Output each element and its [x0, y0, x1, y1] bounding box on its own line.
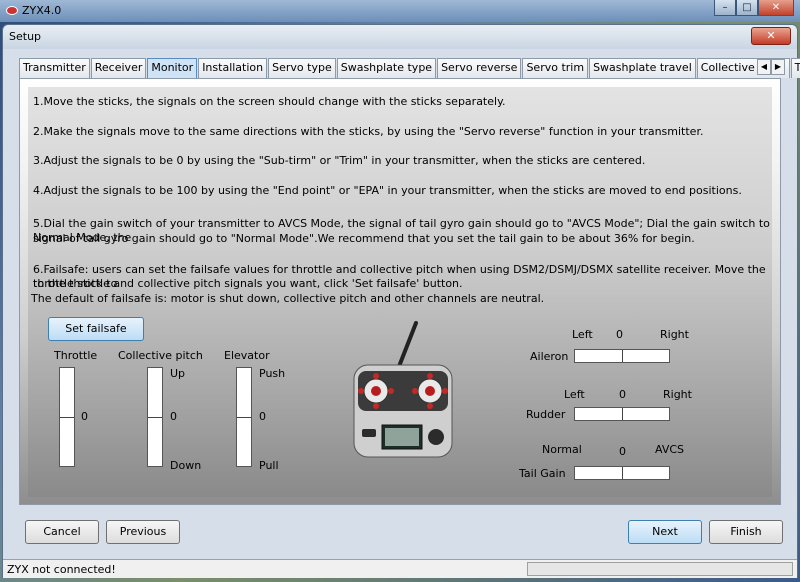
instruction-6c: The default of failsafe is: motor is shu…: [31, 292, 545, 305]
rudder-value: 0: [619, 388, 626, 401]
app-close-button[interactable]: ✕: [758, 0, 794, 16]
next-button[interactable]: Next: [628, 520, 702, 544]
tab-servo-trim[interactable]: Servo trim: [522, 58, 589, 78]
tab-strip: Transmitter Receiver Monitor Installatio…: [19, 58, 800, 78]
transmitter-image: [353, 321, 453, 458]
instruction-3: 3.Adjust the signals to be 0 by using th…: [33, 154, 646, 167]
maximize-button[interactable]: □: [736, 0, 758, 16]
previous-button[interactable]: Previous: [106, 520, 180, 544]
tab-scroll: ◀ ▶: [757, 59, 785, 75]
throttle-label: Throttle: [54, 349, 98, 362]
rudder-right-label: Right: [663, 388, 692, 401]
rudder-left-label: Left: [564, 388, 585, 401]
instruction-1: 1.Move the sticks, the signals on the sc…: [33, 95, 506, 108]
app-icon: [6, 6, 18, 15]
aileron-value: 0: [616, 328, 623, 341]
collective-up-label: Up: [170, 367, 186, 380]
tail-gain-bar: [574, 466, 670, 480]
monitor-panel: 1.Move the sticks, the signals on the sc…: [19, 78, 781, 505]
setup-dialog: Setup ✕ Transmitter Receiver Monitor Ins…: [2, 24, 800, 578]
dialog-close-button[interactable]: ✕: [751, 27, 791, 45]
window-controls: – □ ✕: [714, 0, 794, 16]
tail-gain-value: 0: [619, 445, 626, 458]
tab-tail-setup[interactable]: Tail se: [790, 58, 800, 78]
elevator-label: Elevator: [224, 349, 270, 362]
aileron-label: Aileron: [530, 350, 569, 363]
tab-transmitter[interactable]: Transmitter: [19, 58, 90, 78]
collective-pitch-label: Collective pitch: [118, 349, 203, 362]
connection-status: ZYX not connected!: [7, 563, 116, 576]
tab-servo-type[interactable]: Servo type: [268, 58, 336, 78]
collective-down-label: Down: [170, 459, 202, 472]
throttle-bar: [59, 367, 75, 467]
instruction-4: 4.Adjust the signals to be 100 by using …: [33, 184, 742, 197]
elevator-value: 0: [259, 410, 266, 423]
tab-monitor[interactable]: Monitor: [147, 58, 198, 78]
instruction-5b: signal of tail gyro gain should go to "N…: [33, 232, 695, 245]
dialog-title: Setup: [9, 30, 42, 43]
tail-gain-label: Tail Gain: [519, 467, 566, 480]
tab-scroll-right-button[interactable]: ▶: [771, 59, 785, 75]
instruction-6b: to the throttle and collective pitch sig…: [33, 277, 463, 290]
throttle-value: 0: [81, 410, 88, 423]
tab-installation[interactable]: Installation: [198, 58, 268, 78]
rudder-label: Rudder: [526, 408, 566, 421]
status-progress-bar: [527, 562, 793, 576]
elevator-pull-label: Pull: [259, 459, 279, 472]
set-failsafe-button[interactable]: Set failsafe: [48, 317, 144, 341]
tab-receiver[interactable]: Receiver: [90, 58, 147, 78]
cancel-button[interactable]: Cancel: [25, 520, 99, 544]
tab-swashplate-travel[interactable]: Swashplate travel: [589, 58, 696, 78]
instruction-2: 2.Make the signals move to the same dire…: [33, 125, 704, 138]
tab-servo-reverse[interactable]: Servo reverse: [437, 58, 522, 78]
status-bar: ZYX not connected!: [3, 559, 797, 578]
aileron-right-label: Right: [660, 328, 689, 341]
aileron-bar: [574, 349, 670, 363]
collective-pitch-value: 0: [170, 410, 177, 423]
app-title: ZYX4.0: [22, 4, 62, 17]
tab-scroll-left-button[interactable]: ◀: [757, 59, 771, 75]
aileron-left-label: Left: [572, 328, 593, 341]
finish-button[interactable]: Finish: [709, 520, 783, 544]
monitor-content: 1.Move the sticks, the signals on the sc…: [28, 87, 772, 497]
tail-gain-avcs-label: AVCS: [655, 443, 685, 456]
tail-gain-normal-label: Normal: [542, 443, 582, 456]
collective-pitch-bar: [147, 367, 163, 467]
elevator-bar: [236, 367, 252, 467]
dialog-title-bar: Setup ✕: [3, 25, 797, 49]
elevator-push-label: Push: [259, 367, 286, 380]
tab-swashplate-type[interactable]: Swashplate type: [336, 58, 437, 78]
minimize-button[interactable]: –: [714, 0, 736, 16]
rudder-bar: [574, 407, 670, 421]
app-title-bar: ZYX4.0 – □ ✕: [0, 0, 800, 22]
